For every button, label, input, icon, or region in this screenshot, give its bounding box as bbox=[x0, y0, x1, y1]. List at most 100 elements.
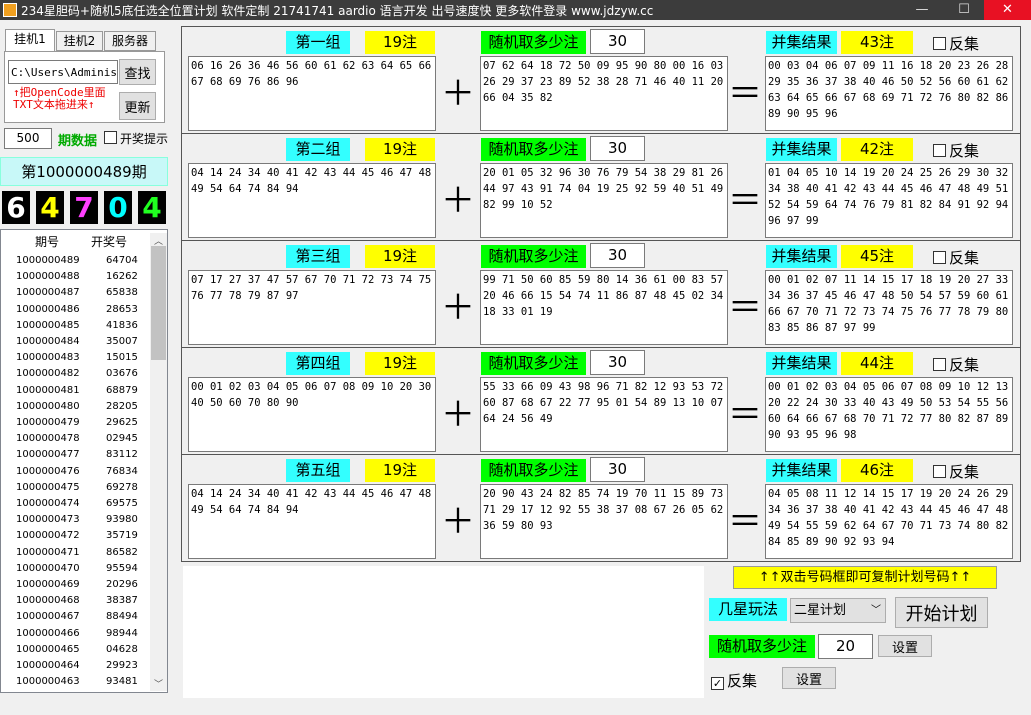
random-count-input[interactable]: 30 bbox=[590, 243, 645, 268]
list-item[interactable]: 1000000489 64704 bbox=[1, 255, 151, 271]
group-count: 19注 bbox=[365, 352, 435, 375]
group-count: 19注 bbox=[365, 138, 435, 161]
scroll-down-icon[interactable]: ﹀ bbox=[154, 677, 163, 690]
close-button[interactable]: ✕ bbox=[984, 0, 1031, 20]
list-item-number: 76834 bbox=[106, 465, 138, 477]
checkbox-box-icon bbox=[933, 358, 946, 371]
random-numbers-box[interactable]: 20 90 43 24 82 85 74 19 70 11 15 89 73 7… bbox=[480, 484, 728, 559]
list-item[interactable]: 1000000483 15015 bbox=[1, 352, 151, 368]
plus-icon: ＋ bbox=[441, 288, 475, 328]
list-item[interactable]: 1000000485 41836 bbox=[1, 320, 151, 336]
maximize-button[interactable]: ☐ bbox=[947, 0, 981, 20]
scrollbar-thumb[interactable] bbox=[151, 246, 166, 360]
plan-group: 第一组 19注 06 16 26 36 46 56 60 61 62 63 64 6… bbox=[181, 26, 1021, 134]
random-count-input[interactable]: 30 bbox=[590, 136, 645, 161]
plan-group: 第二组 19注 04 14 24 34 40 41 42 43 44 45 46 4… bbox=[181, 133, 1021, 241]
list-item[interactable]: 1000000476 76834 bbox=[1, 466, 151, 482]
minimize-button[interactable]: — bbox=[905, 0, 939, 20]
bottom-random-input[interactable]: 20 bbox=[818, 634, 873, 659]
random-numbers-box[interactable]: 55 33 66 09 43 98 96 71 82 12 93 53 72 6… bbox=[480, 377, 728, 452]
list-item[interactable]: 1000000472 35719 bbox=[1, 530, 151, 546]
list-item-number: 98944 bbox=[106, 627, 138, 639]
result-numbers-box[interactable]: 04 05 08 11 12 14 15 17 19 20 24 26 29 3… bbox=[765, 484, 1013, 559]
find-button[interactable]: 查找 bbox=[119, 59, 156, 85]
result-label: 并集结果 bbox=[766, 31, 837, 54]
group-count: 19注 bbox=[365, 459, 435, 482]
list-item[interactable]: 1000000474 69575 bbox=[1, 498, 151, 514]
group-numbers-box[interactable]: 06 16 26 36 46 56 60 61 62 63 64 65 66 6… bbox=[188, 56, 436, 131]
random-count-input[interactable]: 30 bbox=[590, 29, 645, 54]
bottom-reverse-label: 反集 bbox=[727, 672, 758, 690]
mode-select[interactable]: 二星计划 ﹀ bbox=[790, 598, 886, 623]
group-count: 19注 bbox=[365, 245, 435, 268]
list-item[interactable]: 1000000470 95594 bbox=[1, 563, 151, 579]
group-numbers-box[interactable]: 00 01 02 03 04 05 06 07 08 09 10 20 30 4… bbox=[188, 377, 436, 452]
checkbox-box-icon bbox=[933, 37, 946, 50]
group-count: 19注 bbox=[365, 31, 435, 54]
reverse-checkbox[interactable]: 反集 bbox=[933, 140, 979, 161]
tab-guaji1[interactable]: 挂机1 bbox=[5, 29, 55, 52]
history-list[interactable]: 期号 开奖号 1000000489 64704 1000000488 16262 100… bbox=[0, 229, 168, 693]
list-item[interactable]: 1000000488 16262 bbox=[1, 271, 151, 287]
list-item[interactable]: 1000000481 68879 bbox=[1, 385, 151, 401]
list-item[interactable]: 1000000473 93980 bbox=[1, 514, 151, 530]
notify-checkbox[interactable]: 开奖提示 bbox=[104, 130, 168, 147]
app-icon bbox=[3, 3, 17, 17]
list-item-period: 1000000482 bbox=[16, 368, 80, 380]
list-item-number: 88494 bbox=[106, 611, 138, 623]
set-button-2[interactable]: 设置 bbox=[782, 667, 836, 689]
list-item[interactable]: 1000000471 86582 bbox=[1, 547, 151, 563]
list-item[interactable]: 1000000467 88494 bbox=[1, 611, 151, 627]
list-item[interactable]: 1000000477 83112 bbox=[1, 449, 151, 465]
group-numbers-box[interactable]: 07 17 27 37 47 57 67 70 71 72 73 74 75 7… bbox=[188, 270, 436, 345]
tab-guaji2[interactable]: 挂机2 bbox=[56, 31, 103, 51]
result-numbers-box[interactable]: 00 01 02 03 04 05 06 07 08 09 10 12 13 2… bbox=[765, 377, 1013, 452]
list-item[interactable]: 1000000486 28653 bbox=[1, 304, 151, 320]
list-item[interactable]: 1000000487 65838 bbox=[1, 287, 151, 303]
scroll-up-icon[interactable]: ︿ bbox=[154, 234, 163, 247]
notify-label: 开奖提示 bbox=[120, 132, 169, 146]
draw-ball-5: 4 bbox=[138, 191, 166, 224]
group-numbers-box[interactable]: 04 14 24 34 40 41 42 43 44 45 46 47 48 4… bbox=[188, 484, 436, 559]
list-item[interactable]: 1000000480 28205 bbox=[1, 401, 151, 417]
refresh-button[interactable]: 更新 bbox=[119, 92, 156, 120]
list-item-period: 1000000471 bbox=[16, 546, 80, 558]
list-item[interactable]: 1000000463 93481 bbox=[1, 676, 151, 692]
reverse-checkbox[interactable]: 反集 bbox=[933, 461, 979, 482]
list-item-number: 28653 bbox=[106, 303, 138, 315]
list-item-number: 69575 bbox=[106, 498, 138, 509]
list-item[interactable]: 1000000465 04628 bbox=[1, 644, 151, 660]
list-item[interactable]: 1000000484 35007 bbox=[1, 336, 151, 352]
period-count-input[interactable]: 500 bbox=[4, 128, 52, 149]
opencode-path-input[interactable] bbox=[8, 60, 118, 84]
list-item[interactable]: 1000000479 29625 bbox=[1, 417, 151, 433]
reverse-label: 反集 bbox=[949, 142, 980, 160]
reverse-checkbox[interactable]: 反集 bbox=[933, 354, 979, 375]
list-item-number: 29923 bbox=[106, 660, 138, 671]
random-count-input[interactable]: 30 bbox=[590, 350, 645, 375]
list-item[interactable]: 1000000482 03676 bbox=[1, 368, 151, 384]
result-numbers-box[interactable]: 01 04 05 10 14 19 20 24 25 26 29 30 32 3… bbox=[765, 163, 1013, 238]
list-item[interactable]: 1000000466 98944 bbox=[1, 628, 151, 644]
bottom-reverse-checkbox[interactable]: ✓ 反集 bbox=[711, 670, 757, 691]
period-count-label: 期数据 bbox=[58, 134, 98, 149]
reverse-checkbox[interactable]: 反集 bbox=[933, 247, 979, 268]
group-numbers-box[interactable]: 04 14 24 34 40 41 42 43 44 45 46 47 48 4… bbox=[188, 163, 436, 238]
random-numbers-box[interactable]: 99 71 50 60 85 59 80 14 36 61 00 83 57 2… bbox=[480, 270, 728, 345]
result-numbers-box[interactable]: 00 01 02 07 11 14 15 17 18 19 20 27 33 3… bbox=[765, 270, 1013, 345]
list-item[interactable]: 1000000478 02945 bbox=[1, 433, 151, 449]
list-item[interactable]: 1000000475 69278 bbox=[1, 482, 151, 498]
random-numbers-box[interactable]: 20 01 05 32 96 30 76 79 54 38 29 81 26 4… bbox=[480, 163, 728, 238]
plan-group: 第三组 19注 07 17 27 37 47 57 67 70 71 72 73 7… bbox=[181, 240, 1021, 348]
random-count-input[interactable]: 30 bbox=[590, 457, 645, 482]
tab-server[interactable]: 服务器 bbox=[104, 31, 156, 51]
list-item[interactable]: 1000000469 20296 bbox=[1, 579, 151, 595]
set-button[interactable]: 设置 bbox=[878, 635, 932, 657]
result-numbers-box[interactable]: 00 03 04 06 07 09 11 16 18 20 23 26 28 2… bbox=[765, 56, 1013, 131]
start-plan-button[interactable]: 开始计划 bbox=[895, 597, 988, 628]
list-item[interactable]: 1000000468 38387 bbox=[1, 595, 151, 611]
list-item[interactable]: 1000000464 29923 bbox=[1, 660, 151, 676]
result-label: 并集结果 bbox=[766, 138, 837, 161]
reverse-checkbox[interactable]: 反集 bbox=[933, 33, 979, 54]
random-numbers-box[interactable]: 07 62 64 18 72 50 09 95 90 80 00 16 03 2… bbox=[480, 56, 728, 131]
